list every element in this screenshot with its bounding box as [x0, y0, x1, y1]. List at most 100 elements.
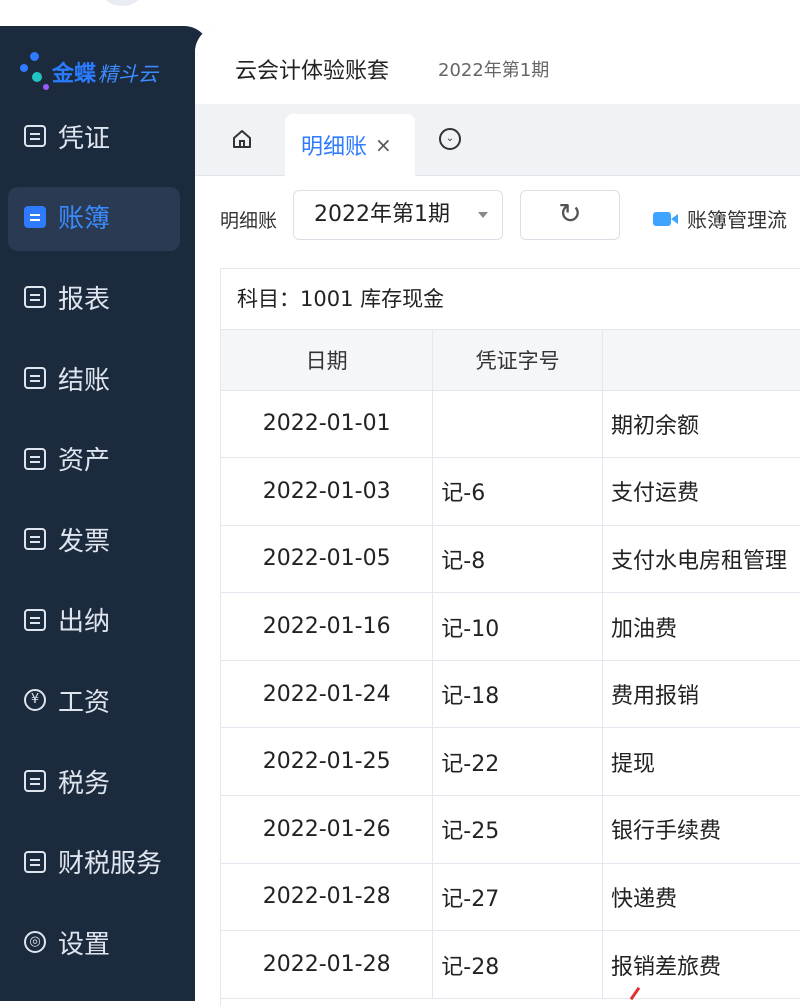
cell-date: 2022-01-28	[221, 930, 434, 999]
table-row[interactable]: 2022-01-24 记-18 费用报销	[221, 660, 800, 729]
cell-date: 2022-01-26	[221, 795, 434, 864]
account-set-title: 云会计体验账套	[235, 59, 390, 84]
home-icon[interactable]	[231, 128, 253, 150]
cell-summary: 支付水电房租管理	[602, 525, 800, 594]
cell-summary: 期初余额	[602, 390, 800, 459]
brand-product: 精斗云	[98, 62, 159, 86]
header: 云会计体验账套 2022年第1期	[195, 26, 800, 104]
sidebar-item-voucher[interactable]: 凭证	[0, 96, 210, 177]
brand-name: 金蝶	[52, 62, 97, 87]
current-period: 2022年第1期	[438, 60, 550, 81]
sidebar-item-label: 账簿	[58, 204, 111, 235]
brand-logo: 金蝶 精斗云	[18, 48, 188, 98]
closing-icon	[24, 367, 46, 390]
ledger-content: 明细账 2022年第1期 ↻ 账簿管理流 科目：1001 库存现金 日期 凭证字…	[195, 176, 800, 1006]
sidebar-nav: 凭证 账簿 报表 结账 资产 发票 出纳 ¥ 工资 税务 财税服务 ◎ 设置	[0, 96, 210, 983]
sidebar-item-label: 税务	[58, 768, 111, 799]
sidebar-item-label: 资产	[58, 446, 111, 477]
sidebar: 金蝶 精斗云 凭证 账簿 报表 结账 资产 发票 出纳 ¥ 工资 税务 财税服务…	[0, 26, 210, 1001]
cell-voucher[interactable]: 记-27	[432, 863, 604, 932]
column-header-voucher: 凭证字号	[432, 330, 604, 391]
column-header-date: 日期	[221, 330, 434, 391]
ledger-icon	[24, 205, 46, 228]
sidebar-item-label: 发票	[58, 526, 111, 557]
period-select-value: 2022年第1期	[314, 202, 450, 227]
cell-date: 2022-01-03	[221, 457, 434, 526]
sidebar-item-label: 出纳	[58, 607, 111, 638]
report-icon	[24, 286, 46, 309]
cell-voucher[interactable]: 记-22	[432, 727, 604, 797]
cell-date: 2022-01-28	[221, 863, 434, 932]
sidebar-item-label: 设置	[58, 929, 111, 960]
chevron-down-icon[interactable]: ⌄	[439, 128, 461, 150]
sidebar-item-service[interactable]: 财税服务	[0, 821, 210, 902]
table-row[interactable]: 2022-01-05 记-8 支付水电房租管理	[221, 525, 800, 594]
refresh-button[interactable]: ↻	[520, 190, 620, 240]
tab-label: 明细账	[301, 135, 368, 160]
table-row[interactable]: 2022-01-16 记-10 加油费	[221, 592, 800, 661]
cell-summary: 费用报销	[602, 660, 800, 729]
ledger-management-link[interactable]: 账簿管理流	[653, 204, 787, 233]
voucher-icon	[24, 125, 46, 148]
video-icon	[653, 210, 679, 228]
period-select[interactable]: 2022年第1期	[293, 190, 503, 240]
table-row[interactable]: 2022-01-01 期初余额	[221, 390, 800, 459]
cell-voucher[interactable]: 记-25	[432, 795, 604, 864]
ledger-table: 科目：1001 库存现金 日期 凭证字号 2022-01-01 期初余额 202…	[220, 268, 800, 1006]
ledger-management-label: 账簿管理流	[687, 208, 787, 232]
sidebar-item-cashier[interactable]: 出纳	[0, 580, 210, 661]
sidebar-item-ledger[interactable]: 账簿	[0, 177, 210, 258]
cell-voucher[interactable]: 记-28	[432, 930, 604, 999]
salary-icon: ¥	[24, 689, 46, 712]
cell-summary: 提现	[602, 727, 800, 797]
sidebar-item-label: 报表	[58, 284, 111, 315]
cell-voucher[interactable]: 记-18	[432, 660, 604, 729]
caret-down-icon	[478, 212, 488, 218]
cell-date: 2022-01-25	[221, 727, 434, 797]
cell-date: 2022-01-16	[221, 592, 434, 661]
close-icon[interactable]: ×	[375, 133, 392, 157]
main-area: 云会计体验账套 2022年第1期 明细账 × ⌄ 明细账 2022年第1期 ↻ …	[195, 26, 800, 1006]
invoice-icon	[24, 528, 46, 551]
cell-summary: 报销差旅费	[602, 930, 800, 999]
sidebar-item-closing[interactable]: 结账	[0, 338, 210, 419]
subject-label: 科目：1001 库存现金	[221, 269, 800, 330]
cashier-icon	[24, 608, 46, 631]
table-row[interactable]: 2022-01-25 记-22 提现	[221, 727, 800, 797]
ledger-type-label: 明细账	[220, 210, 278, 232]
table-row[interactable]: 2022-01-28 记-28 报销差旅费	[221, 930, 800, 999]
sidebar-item-label: 工资	[58, 687, 111, 718]
tab-bar: 明细账 × ⌄	[195, 104, 800, 176]
table-row[interactable]: 2022-01-03 记-6 支付运费	[221, 457, 800, 526]
cell-summary: 快递费	[602, 863, 800, 932]
cell-voucher[interactable]	[432, 390, 604, 459]
cell-summary: 银行手续费	[602, 795, 800, 864]
column-header-summary	[602, 330, 800, 391]
logo-dots-icon	[18, 48, 52, 98]
sidebar-item-label: 财税服务	[58, 849, 163, 880]
refresh-icon: ↻	[558, 197, 582, 230]
sidebar-item-report[interactable]: 报表	[0, 257, 210, 338]
sidebar-item-tax[interactable]: 税务	[0, 741, 210, 822]
table-row[interactable]: 2022-01-28 记-27 快递费	[221, 863, 800, 932]
cell-summary: 支付运费	[602, 457, 800, 526]
cell-date: 2022-01-01	[221, 390, 434, 459]
cell-date: 2022-01-24	[221, 660, 434, 729]
service-icon	[24, 850, 46, 873]
cell-summary: 加油费	[602, 592, 800, 661]
tax-icon	[24, 770, 46, 793]
top-decoration	[100, 0, 144, 6]
cell-voucher[interactable]: 记-10	[432, 592, 604, 661]
table-header-row: 日期 凭证字号	[221, 330, 800, 391]
cell-voucher[interactable]: 记-8	[432, 525, 604, 594]
sidebar-item-asset[interactable]: 资产	[0, 418, 210, 499]
settings-icon: ◎	[24, 931, 46, 954]
cell-voucher[interactable]: 记-6	[432, 457, 604, 526]
table-row[interactable]: 2022-01-26 记-25 银行手续费	[221, 795, 800, 864]
cell-date: 2022-01-05	[221, 525, 434, 594]
sidebar-item-salary[interactable]: ¥ 工资	[0, 660, 210, 741]
sidebar-item-invoice[interactable]: 发票	[0, 499, 210, 580]
sidebar-item-settings[interactable]: ◎ 设置	[0, 902, 210, 983]
asset-icon	[24, 447, 46, 470]
tab-detail-ledger[interactable]: 明细账 ×	[285, 114, 415, 176]
